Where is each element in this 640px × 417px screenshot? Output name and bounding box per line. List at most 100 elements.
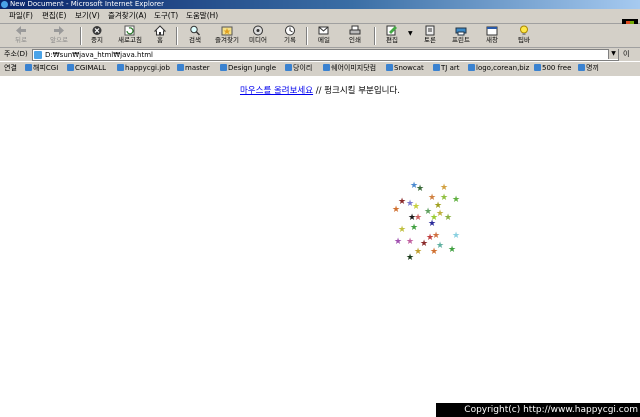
back-button[interactable]: 뒤로 [8,25,34,46]
toolbar-separator [80,27,82,45]
link-page-icon [67,64,74,71]
menu-favorites[interactable]: 즐겨찾기(A) [108,11,147,21]
menu-bar: 파일(F) 편집(E) 보기(V) 즐겨찾기(A) 도구(T) 도움말(H) [0,9,640,31]
link-item[interactable]: 500 free [534,64,571,73]
links-label: 연결 [4,64,17,72]
link-item[interactable]: 쉐어이미지닷컴 [323,64,376,73]
star-icon: ★ [414,213,423,223]
star-icon: ★ [430,247,439,257]
refresh-icon [124,25,135,36]
stop-button[interactable]: 중지 [86,25,108,46]
star-icon: ★ [452,195,461,205]
address-dropdown-button[interactable]: ▼ [608,49,618,59]
link-item[interactable]: happycgi.job [117,64,170,73]
star-icon: ★ [452,231,461,241]
address-input[interactable]: D:₩sun₩java_html₩java.html [32,49,619,61]
link-page-icon [386,64,393,71]
link-item[interactable]: 해피CGI [25,64,58,73]
internet-explorer-icon [1,1,8,8]
menu-edit[interactable]: 편집(E) [42,11,66,21]
forward-button[interactable]: 앞으로 [44,25,74,46]
star-icon: ★ [428,219,437,229]
star-icon: ★ [416,184,425,194]
print-icon [349,25,361,35]
link-item[interactable]: Design Jungle [220,64,276,73]
star-icon: ★ [440,183,449,193]
link-page-icon [117,64,124,71]
link-item[interactable]: 명끼 [578,64,599,73]
link-page-icon [578,64,585,71]
menu-tools[interactable]: 도구(T) [154,11,178,21]
refresh-button[interactable]: 새로고침 [114,25,146,46]
link-item[interactable]: Snowcat [386,64,424,73]
favorites-icon [221,26,233,36]
forward-arrow-icon [54,26,64,35]
search-icon [190,25,201,36]
link-page-icon [220,64,227,71]
lightbulb-icon [520,25,528,35]
page-content: 마우스를 올려보세요 // 펑크시킬 부분입니다. [0,76,640,403]
go-button[interactable]: 이 [623,50,629,59]
star-icon: ★ [406,253,415,263]
mail-icon [318,26,329,35]
menu-file[interactable]: 파일(F) [9,11,33,21]
media-icon [253,25,263,36]
new-window-icon [486,26,498,36]
star-icon: ★ [406,237,415,247]
title-bar: New Document - Microsoft Internet Explor… [0,0,640,9]
hover-link[interactable]: 마우스를 올려보세요 [240,86,313,96]
link-item[interactable]: CGIMALL [67,64,106,73]
star-icon: ★ [392,205,401,215]
search-button[interactable]: 검색 [184,25,206,46]
link-page-icon [323,64,330,71]
history-icon [285,25,295,36]
star-icon: ★ [398,225,407,235]
toolbar-separator [306,27,308,45]
link-page-icon [25,64,32,71]
menu-view[interactable]: 보기(V) [75,11,100,21]
address-value: D:₩sun₩java_html₩java.html [45,51,153,59]
edit-dropdown-icon[interactable]: ▼ [408,30,413,37]
home-button[interactable]: 홈 [152,25,168,46]
message-text: // 펑크시킬 부분입니다. [313,86,400,96]
printer-button[interactable]: 프린트 [448,25,474,46]
discuss-button[interactable]: 토론 [420,25,440,46]
star-icon: ★ [444,213,453,223]
star-icon: ★ [432,231,441,241]
link-page-icon [534,64,541,71]
star-cluster: ★ ★ ★ ★ ★ ★ ★ ★ ★ ★ ★ ★ ★ ★ ★ ★ ★ ★ ★ ★ ★ ★ ★ ★ ★ ★ ★ ★ ★ ★ ★ [384,176,464,271]
mail-button[interactable]: 메일 [312,25,336,46]
history-button[interactable]: 기록 [280,25,300,46]
new-window-button[interactable]: 새창 [482,25,502,46]
page-message: 마우스를 올려보세요 // 펑크시킬 부분입니다. [0,85,640,97]
address-bar: 주소(D) D:₩sun₩java_html₩java.html ▼ 이 [0,48,640,61]
edit-icon [386,25,397,36]
copyright-banner: Copyright(c) http://www.happycgi.com [436,403,640,417]
address-label: 주소(D) [4,50,28,58]
star-icon: ★ [412,202,421,212]
print-button[interactable]: 인쇄 [344,25,366,46]
link-page-icon [177,64,184,71]
link-item[interactable]: TJ art [433,64,459,73]
discuss-icon [425,25,435,36]
link-item[interactable]: 당이리 [285,64,312,73]
link-item[interactable]: master [177,64,210,73]
standard-toolbar: 뒤로 앞으로 중지 새로고침 홈 검색 즐겨찾기 미디어 기록 메일 인쇄 편집… [0,24,640,48]
window-title: New Document - Microsoft Internet Explor… [10,0,164,8]
star-icon: ★ [410,223,419,233]
link-item[interactable]: logo,corean,biz [468,64,529,73]
toolbar-separator [374,27,376,45]
media-button[interactable]: 미디어 [246,25,270,46]
home-icon [154,25,166,36]
menu-help[interactable]: 도움말(H) [186,11,218,21]
edit-button[interactable]: 편집 [380,25,404,46]
page-icon [34,51,42,59]
link-page-icon [285,64,292,71]
star-icon: ★ [394,237,403,247]
back-arrow-icon [16,26,26,35]
favorites-button[interactable]: 즐겨찾기 [212,25,242,46]
tipbar-button[interactable]: 팁바 [514,25,534,46]
star-icon: ★ [448,245,457,255]
links-bar: 연결 해피CGI CGIMALL happycgi.job master Des… [0,61,640,77]
link-page-icon [468,64,475,71]
